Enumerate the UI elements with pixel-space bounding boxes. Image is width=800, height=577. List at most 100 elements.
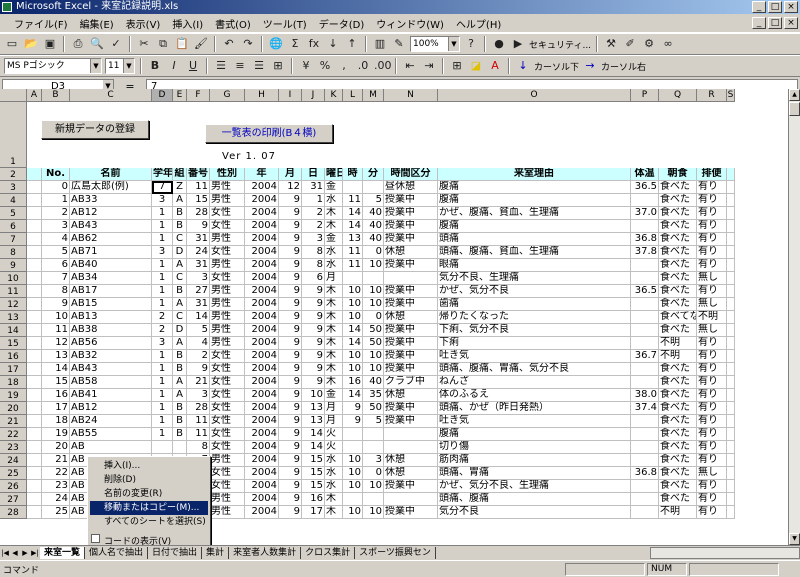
cell[interactable]: 13 — [302, 415, 325, 428]
cell[interactable] — [27, 454, 42, 467]
fill-color-icon[interactable]: ◪ — [468, 58, 484, 74]
column-header[interactable] — [0, 89, 27, 102]
cell[interactable]: 14 — [187, 311, 210, 324]
security-button[interactable]: セキュリティ... — [529, 38, 591, 51]
cell[interactable]: 10 — [343, 454, 363, 467]
cell[interactable]: 吐き気 — [438, 415, 631, 428]
cell[interactable]: 2 — [42, 207, 70, 220]
cell[interactable]: 木 — [325, 324, 343, 337]
cell[interactable]: 8 — [302, 259, 325, 272]
cell[interactable]: 木 — [325, 363, 343, 376]
cell[interactable] — [27, 376, 42, 389]
cell[interactable]: 不明 — [659, 506, 697, 519]
column-header[interactable]: K — [325, 89, 343, 102]
align-center-icon[interactable]: ≡ — [232, 58, 248, 74]
vertical-scrollbar[interactable]: ▲ ▼ — [788, 89, 800, 545]
cell[interactable] — [727, 441, 735, 454]
cell[interactable]: 9 — [279, 389, 302, 402]
last-sheet-arrow[interactable]: ▶| — [30, 547, 40, 559]
row-header[interactable]: 17 — [0, 363, 27, 376]
cell[interactable]: 1 — [152, 298, 173, 311]
cell[interactable] — [27, 415, 42, 428]
cell[interactable]: 有り — [697, 233, 727, 246]
cell[interactable] — [631, 428, 659, 441]
cell[interactable]: 番号 — [187, 168, 210, 181]
cell[interactable]: 不明 — [659, 337, 697, 350]
cell[interactable]: 9 — [279, 324, 302, 337]
sheet-tab[interactable]: クロス集計 — [301, 546, 356, 559]
cell[interactable] — [727, 402, 735, 415]
cell[interactable]: AB15 — [70, 298, 152, 311]
register-data-button[interactable]: 新規データの登録 — [41, 120, 149, 139]
cell[interactable]: AB38 — [70, 324, 152, 337]
cell[interactable]: 有り — [697, 506, 727, 519]
cell[interactable]: 食べた — [659, 246, 697, 259]
cell[interactable]: 3 — [363, 454, 384, 467]
cell[interactable]: 2004 — [245, 402, 279, 415]
cell[interactable]: 頭痛、胃痛 — [438, 467, 631, 480]
cell[interactable] — [631, 506, 659, 519]
cell[interactable]: 授業中 — [384, 259, 438, 272]
cell[interactable]: 不明 — [659, 350, 697, 363]
cell[interactable]: 有り — [697, 207, 727, 220]
open-icon[interactable]: 📂 — [23, 36, 39, 52]
cell[interactable]: 休憩 — [384, 246, 438, 259]
font-select[interactable]: MS Pゴシック ▼ — [4, 58, 102, 74]
cell[interactable]: 40 — [363, 207, 384, 220]
cell[interactable]: 24 — [187, 246, 210, 259]
cell[interactable]: 3 — [302, 233, 325, 246]
cell[interactable]: 9 — [279, 246, 302, 259]
cell[interactable]: 11 — [42, 324, 70, 337]
cell[interactable]: 2 — [187, 350, 210, 363]
cell[interactable]: 14 — [302, 441, 325, 454]
cell[interactable]: 有り — [697, 428, 727, 441]
cell[interactable] — [27, 311, 42, 324]
align-right-icon[interactable]: ☰ — [251, 58, 267, 74]
cell[interactable]: 10 — [302, 389, 325, 402]
cell[interactable] — [727, 168, 735, 181]
row-header[interactable]: 9 — [0, 259, 27, 272]
cell[interactable] — [363, 441, 384, 454]
cell[interactable]: 女性 — [210, 428, 245, 441]
cell[interactable]: 授業中 — [384, 298, 438, 311]
cell[interactable]: 年 — [245, 168, 279, 181]
cell[interactable]: 時間区分 — [384, 168, 438, 181]
cell[interactable]: 日 — [302, 168, 325, 181]
function-icon[interactable]: fx — [306, 36, 322, 52]
cell[interactable]: 9 — [279, 337, 302, 350]
row-header[interactable]: 24 — [0, 454, 27, 467]
ctx-select-all-sheets[interactable]: すべてのシートを選択(S) — [90, 515, 208, 529]
cell[interactable]: 授業中 — [384, 337, 438, 350]
cell[interactable]: 22 — [42, 467, 70, 480]
cell[interactable] — [727, 246, 735, 259]
cell[interactable]: 女性 — [210, 363, 245, 376]
cell[interactable]: 2004 — [245, 233, 279, 246]
undo-icon[interactable]: ↶ — [221, 36, 237, 52]
cell[interactable]: 10 — [363, 350, 384, 363]
cell[interactable]: 2004 — [245, 259, 279, 272]
cell[interactable]: 男性 — [210, 493, 245, 506]
cell[interactable]: 9 — [302, 337, 325, 350]
cell[interactable]: 2004 — [245, 493, 279, 506]
cell[interactable]: 0 — [42, 181, 70, 194]
cell[interactable]: 1 — [152, 207, 173, 220]
cell[interactable] — [727, 389, 735, 402]
cell[interactable] — [363, 428, 384, 441]
cell[interactable]: 14 — [343, 207, 363, 220]
cell[interactable]: 木 — [325, 207, 343, 220]
cell[interactable]: 40 — [363, 233, 384, 246]
cell[interactable]: B — [173, 350, 187, 363]
cell[interactable]: Z — [173, 181, 187, 194]
cell[interactable]: 7 — [42, 272, 70, 285]
cell[interactable]: 9 — [302, 298, 325, 311]
cell[interactable]: 36.5 — [631, 181, 659, 194]
cell[interactable]: 2004 — [245, 363, 279, 376]
cell[interactable]: 有り — [697, 415, 727, 428]
cell[interactable]: 10 — [343, 363, 363, 376]
cell[interactable]: 水 — [325, 259, 343, 272]
cell[interactable] — [27, 467, 42, 480]
cell[interactable]: 休憩 — [384, 454, 438, 467]
cell[interactable]: 23 — [42, 480, 70, 493]
cell[interactable]: 9 — [302, 311, 325, 324]
cell[interactable]: AB71 — [70, 246, 152, 259]
